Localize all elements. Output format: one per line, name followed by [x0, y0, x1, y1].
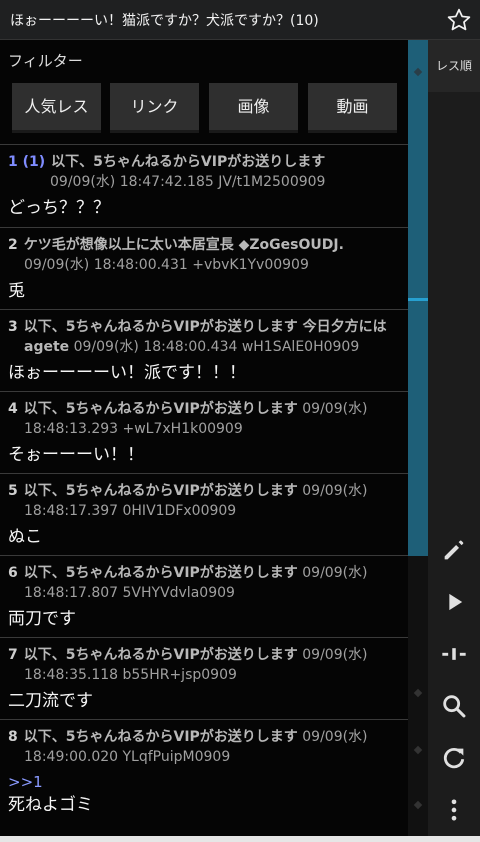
post-body: 両刀です	[8, 609, 76, 629]
filter-label: フィルター	[8, 52, 83, 70]
star-outline-icon[interactable]	[446, 6, 472, 34]
post-number[interactable]: 2	[8, 237, 18, 253]
reply-anchor-link[interactable]: >>1	[8, 771, 400, 793]
post-body: どっち？？？	[8, 198, 110, 218]
sort-order-button[interactable]: レス順	[428, 40, 480, 92]
post-body: ほぉーーーーい！派です！！！	[8, 363, 246, 383]
post-author: ケツ毛が想像以上に太い本居宣長 ◆ZoGesOUDJ.	[23, 237, 344, 253]
post-item[interactable]: 3 以下、5ちゃんねるからVIPがお送りします 今日夕方には agete 09/0…	[0, 309, 408, 391]
scroll-marker-icon	[413, 688, 423, 698]
post-author: 以下、5ちゃんねるからVIPがお送りします	[23, 647, 298, 663]
search-icon[interactable]	[440, 692, 468, 720]
refresh-icon[interactable]	[440, 744, 468, 772]
post-body: >>1 死ねよゴミ	[8, 767, 400, 825]
post-author: 以下、5ちゃんねるからVIPがお送りします	[23, 401, 298, 417]
post-body-text: 死ねよゴミ	[8, 795, 93, 815]
post-number[interactable]: 7	[8, 647, 18, 663]
post-header: 3 以下、5ちゃんねるからVIPがお送りします 今日夕方には agete 09/0…	[8, 317, 400, 357]
filter-buttons: 人気レス リンク 画像 動画	[12, 83, 398, 133]
post-item[interactable]: 1 (1) 以下、5ちゃんねるからVIPがお送りします 09/09(水) 18:4…	[0, 144, 408, 227]
post-number[interactable]: 3	[8, 319, 18, 335]
post-author: 以下、5ちゃんねるからVIPがお送りします	[51, 154, 326, 170]
scroll-position-marker	[408, 298, 428, 301]
scroll-marker-icon	[413, 745, 423, 755]
post-header: 2 ケツ毛が想像以上に太い本居宣長 ◆ZoGesOUDJ. 09/09(水) 18…	[8, 235, 400, 275]
post-number[interactable]: 4	[8, 401, 18, 417]
post-header: 7 以下、5ちゃんねるからVIPがお送りします 09/09(水) 18:48:35…	[8, 645, 400, 685]
pencil-icon[interactable]	[440, 536, 468, 564]
post-body: 兎	[8, 281, 25, 301]
post-item[interactable]: 5 以下、5ちゃんねるからVIPがお送りします 09/09(水) 18:48:17…	[0, 473, 408, 555]
post-body: 二刀流です	[8, 691, 93, 711]
post-header: 6 以下、5ちゃんねるからVIPがお送りします 09/09(水) 18:48:17…	[8, 563, 400, 603]
post-number[interactable]: 8	[8, 729, 18, 745]
filter-link-button[interactable]: リンク	[110, 83, 199, 133]
post-item[interactable]: 2 ケツ毛が想像以上に太い本居宣長 ◆ZoGesOUDJ. 09/09(水) 18…	[0, 227, 408, 309]
play-icon[interactable]	[440, 588, 468, 616]
post-author: 以下、5ちゃんねるからVIPがお送りします	[23, 565, 298, 581]
filter-popular-button[interactable]: 人気レス	[12, 83, 101, 133]
post-number[interactable]: 1 (1)	[8, 154, 45, 170]
post-author: 以下、5ちゃんねるからVIPがお送りします	[23, 483, 298, 499]
post-header: 1 (1) 以下、5ちゃんねるからVIPがお送りします 09/09(水) 18:4…	[8, 152, 400, 192]
action-bar: レス順	[428, 40, 480, 836]
post-meta: 09/09(水) 18:48:00.431 +vbvK1Yv00909	[24, 257, 309, 273]
post-header: 4 以下、5ちゃんねるからVIPがお送りします 09/09(水) 18:48:13…	[8, 399, 400, 439]
post-item[interactable]: 7 以下、5ちゃんねるからVIPがお送りします 09/09(水) 18:48:35…	[0, 637, 408, 719]
title-bar: ほぉーーーーい！猫派ですか？犬派ですか？(10)	[0, 0, 480, 40]
post-number[interactable]: 5	[8, 483, 18, 499]
thread-content[interactable]: フィルター 人気レス リンク 画像 動画 1 (1) 以下、5ちゃんねるからVIP…	[0, 40, 408, 836]
thread-title: ほぉーーーーい！猫派ですか？犬派ですか？(10)	[10, 13, 319, 29]
post-body: ぬこ	[8, 527, 42, 547]
post-item[interactable]: 4 以下、5ちゃんねるからVIPがお送りします 09/09(水) 18:48:13…	[0, 391, 408, 473]
scrollbar[interactable]	[408, 40, 428, 836]
filter-video-button[interactable]: 動画	[308, 83, 397, 133]
post-meta: 09/09(水) 18:48:00.434 wH1SAlE0H0909	[73, 339, 360, 355]
post-body: そぉーーーい！！	[8, 445, 144, 465]
more-vert-icon[interactable]	[440, 796, 468, 824]
post-item[interactable]: 8 以下、5ちゃんねるからVIPがお送りします 09/09(水) 18:49:00…	[0, 719, 408, 829]
post-header: 5 以下、5ちゃんねるからVIPがお送りします 09/09(水) 18:48:17…	[8, 481, 400, 521]
post-number[interactable]: 6	[8, 565, 18, 581]
jump-icon[interactable]	[440, 640, 468, 668]
post-author: 以下、5ちゃんねるからVIPがお送りします	[23, 729, 298, 745]
post-meta: 09/09(水) 18:47:42.185 JV/t1M2500909	[50, 174, 326, 190]
bottom-edge	[0, 836, 480, 842]
scroll-marker-icon	[413, 800, 423, 810]
post-header: 8 以下、5ちゃんねるからVIPがお送りします 09/09(水) 18:49:00…	[8, 727, 400, 767]
post-item[interactable]: 6 以下、5ちゃんねるからVIPがお送りします 09/09(水) 18:48:17…	[0, 555, 408, 637]
filter-image-button[interactable]: 画像	[209, 83, 298, 133]
post-list: 1 (1) 以下、5ちゃんねるからVIPがお送りします 09/09(水) 18:4…	[0, 144, 408, 829]
